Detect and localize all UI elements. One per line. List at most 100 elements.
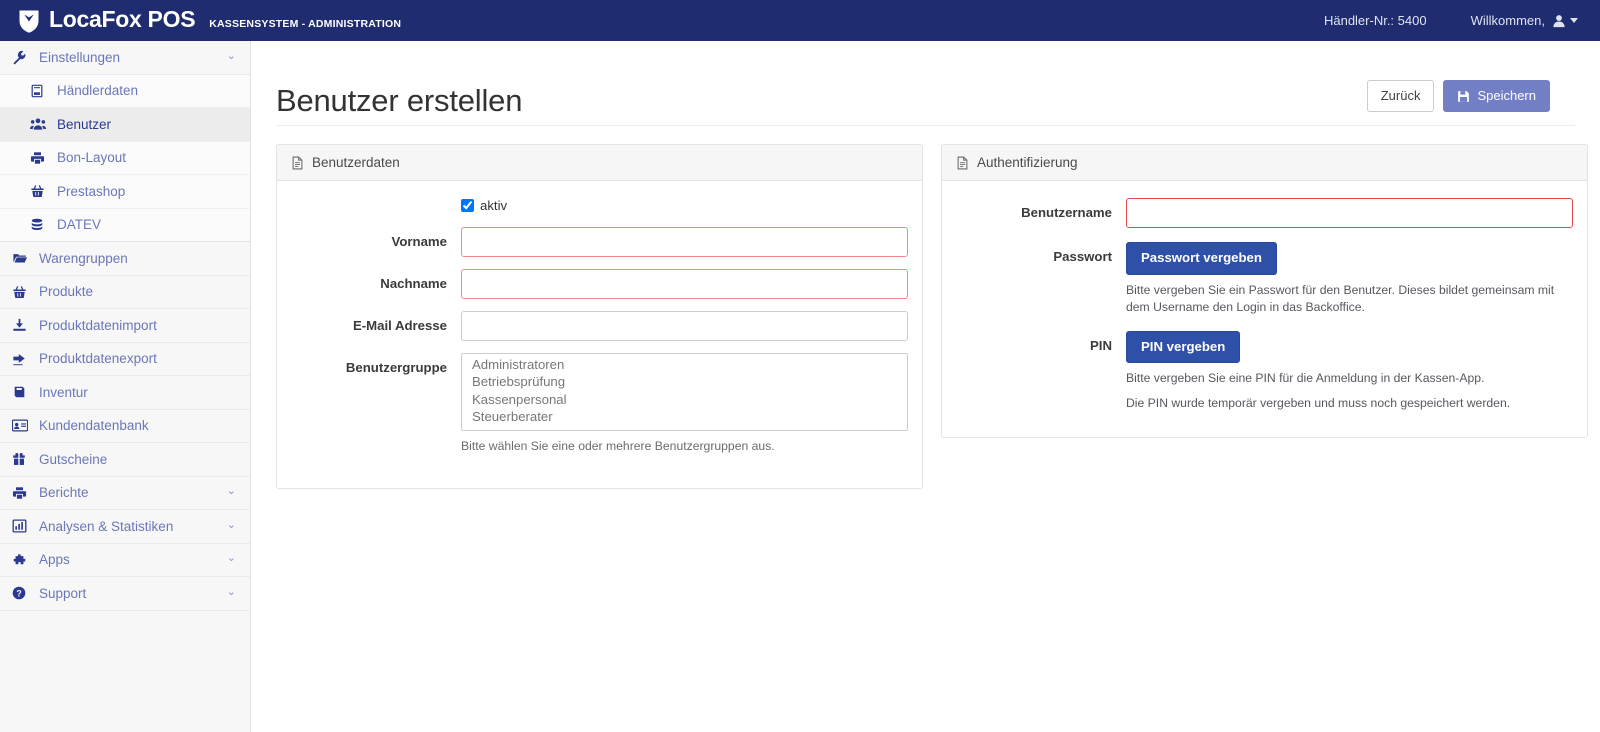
wrench-icon bbox=[12, 50, 31, 65]
save-button[interactable]: Speichern bbox=[1443, 80, 1550, 112]
email-row: E-Mail Adresse bbox=[291, 311, 908, 341]
vorname-control bbox=[461, 227, 908, 257]
sidebar-item-label: Inventur bbox=[39, 384, 88, 400]
nachname-input[interactable] bbox=[461, 269, 908, 299]
locafox-logo-icon bbox=[16, 8, 42, 34]
question-circle-icon: ? bbox=[12, 586, 31, 600]
passwort-control: Passwort vergeben Bitte vergeben Sie ein… bbox=[1126, 242, 1573, 317]
pin-label: PIN bbox=[1090, 337, 1112, 353]
chevron-down-icon bbox=[1570, 18, 1578, 23]
page-header: Benutzer erstellen Zurück Speichern bbox=[251, 41, 1600, 118]
benutzername-input[interactable] bbox=[1126, 198, 1573, 228]
chevron-down-icon: ⌄ bbox=[226, 485, 236, 498]
sidebar-item-warengruppen[interactable]: Warengruppen bbox=[0, 242, 250, 276]
sidebar-nav: Einstellungen ⌄ Händlerdaten Benutzer Bo… bbox=[0, 41, 251, 732]
nachname-control bbox=[461, 269, 908, 299]
sidebar-item-label: Berichte bbox=[39, 485, 89, 501]
authentication-panel-body: Benutzername Passwort Passwort vergeben … bbox=[942, 181, 1587, 437]
authentication-panel: Authentifizierung Benutzername Passwort … bbox=[941, 144, 1588, 438]
sidebar-item-analysen-statistiken[interactable]: Analysen & Statistiken ⌄ bbox=[0, 510, 250, 544]
passwort-label: Passwort bbox=[1053, 249, 1112, 264]
list-item[interactable]: Kassenpersonal bbox=[462, 391, 907, 409]
sidebar-item-datev[interactable]: DATEV bbox=[0, 208, 250, 242]
email-control bbox=[461, 311, 908, 341]
user-avatar-icon bbox=[1552, 14, 1566, 28]
document-icon bbox=[291, 156, 304, 170]
passwort-help-text: Bitte vergeben Sie ein Passwort für den … bbox=[1126, 282, 1555, 315]
list-item[interactable]: Steuerberater bbox=[462, 409, 907, 427]
save-icon bbox=[1457, 90, 1470, 103]
svg-text:?: ? bbox=[16, 589, 21, 599]
sidebar-item-label: Kundendatenbank bbox=[39, 418, 149, 434]
pin-help-text-1: Bitte vergeben Sie eine PIN für die Anme… bbox=[1126, 371, 1485, 386]
book-icon bbox=[12, 385, 31, 399]
list-item[interactable]: Administratoren bbox=[462, 356, 907, 374]
email-input[interactable] bbox=[461, 311, 908, 341]
welcome-label: Willkommen, bbox=[1470, 13, 1545, 28]
benutzergruppe-listbox[interactable]: Administratoren Betriebsprüfung Kassenpe… bbox=[461, 353, 908, 431]
sidebar-item-label: Händlerdaten bbox=[57, 83, 139, 99]
puzzle-icon bbox=[12, 553, 31, 567]
sidebar-item-bon-layout[interactable]: Bon-Layout bbox=[0, 141, 250, 175]
sidebar-item-label: Einstellungen bbox=[39, 49, 121, 65]
sidebar-item-produktdatenexport[interactable]: Produktdatenexport bbox=[0, 343, 250, 376]
active-checkbox-wrapper[interactable]: aktiv bbox=[461, 198, 507, 213]
top-header-bar: LocaFox POS KASSENSYSTEM - ADMINISTRATIO… bbox=[0, 0, 1600, 41]
sidebar-item-prestashop[interactable]: Prestashop bbox=[0, 175, 250, 209]
merchant-number: Händler-Nr.: 5400 bbox=[1323, 13, 1427, 28]
pin-row: PIN PIN vergeben Bitte vergeben Sie eine… bbox=[956, 330, 1573, 413]
user-menu[interactable]: Willkommen, bbox=[1471, 13, 1578, 28]
sidebar-item-label: Gutscheine bbox=[39, 451, 108, 467]
sidebar-item-gutscheine[interactable]: Gutscheine bbox=[0, 443, 250, 477]
vorname-label: Vorname bbox=[391, 234, 447, 249]
benutzername-label: Benutzername bbox=[1021, 205, 1112, 220]
vorname-input[interactable] bbox=[461, 227, 908, 257]
sidebar-item-support[interactable]: ? Support ⌄ bbox=[0, 577, 250, 611]
panels-container: Benutzerdaten aktiv Vorname Nachname E-M… bbox=[251, 126, 1600, 489]
sidebar-item-produktdatenimport[interactable]: Produktdatenimport bbox=[0, 309, 250, 343]
document-icon bbox=[956, 156, 969, 170]
brand-area[interactable]: LocaFox POS KASSENSYSTEM - ADMINISTRATIO… bbox=[0, 7, 402, 34]
bar-chart-icon bbox=[12, 519, 31, 533]
gift-icon bbox=[12, 452, 31, 466]
user-data-panel-body: aktiv Vorname Nachname E-Mail Adresse Be… bbox=[277, 181, 922, 488]
sidebar-item-haendlerdaten[interactable]: Händlerdaten bbox=[0, 74, 250, 108]
email-label: E-Mail Adresse bbox=[352, 318, 447, 333]
benutzergruppe-help-text: Bitte wählen Sie eine oder mehrere Benut… bbox=[461, 439, 775, 453]
chevron-down-icon: ⌄ bbox=[226, 518, 236, 531]
active-checkbox[interactable] bbox=[461, 199, 474, 212]
pin-vergeben-button[interactable]: PIN vergeben bbox=[1126, 330, 1241, 364]
benutzername-control bbox=[1126, 198, 1573, 228]
basket-icon bbox=[30, 184, 49, 198]
sidebar-item-label: DATEV bbox=[57, 217, 102, 233]
authentication-panel-header: Authentifizierung bbox=[942, 145, 1587, 181]
sidebar-item-benutzer[interactable]: Benutzer bbox=[0, 108, 250, 142]
page-actions: Zurück Speichern bbox=[1366, 80, 1550, 118]
sidebar-item-produkte[interactable]: Produkte bbox=[0, 276, 250, 309]
nachname-label: Nachname bbox=[380, 276, 447, 291]
benutzergruppe-label: Benutzergruppe bbox=[345, 360, 447, 375]
ledger-icon bbox=[30, 84, 49, 98]
passwort-vergeben-button[interactable]: Passwort vergeben bbox=[1126, 242, 1277, 275]
sidebar-item-einstellungen[interactable]: Einstellungen ⌄ bbox=[0, 41, 250, 75]
sidebar-item-berichte[interactable]: Berichte ⌄ bbox=[0, 477, 250, 510]
active-checkbox-label: aktiv bbox=[480, 198, 508, 213]
id-card-icon bbox=[12, 419, 31, 432]
list-item[interactable]: Betriebsprüfung bbox=[462, 374, 907, 392]
sidebar-item-apps[interactable]: Apps ⌄ bbox=[0, 544, 250, 577]
brand-subtitle: KASSENSYSTEM - ADMINISTRATION bbox=[209, 17, 402, 30]
database-icon bbox=[30, 218, 49, 232]
authentication-panel-title: Authentifizierung bbox=[977, 155, 1078, 170]
back-button[interactable]: Zurück bbox=[1366, 80, 1435, 112]
user-data-panel: Benutzerdaten aktiv Vorname Nachname E-M… bbox=[276, 144, 923, 489]
sidebar-item-kundendatenbank[interactable]: Kundendatenbank bbox=[0, 410, 250, 443]
sidebar-item-label: Analysen & Statistiken bbox=[39, 518, 174, 534]
sidebar-item-inventur[interactable]: Inventur bbox=[0, 376, 250, 410]
sidebar-item-label: Support bbox=[39, 585, 87, 601]
pin-help-text-2: Die PIN wurde temporär vergeben und muss… bbox=[1126, 396, 1511, 411]
header-right-area: Händler-Nr.: 5400 Willkommen, bbox=[1324, 13, 1600, 28]
pin-control: PIN vergeben Bitte vergeben Sie eine PIN… bbox=[1126, 330, 1573, 413]
benutzergruppe-row: Benutzergruppe Administratoren Betriebsp… bbox=[291, 353, 908, 456]
